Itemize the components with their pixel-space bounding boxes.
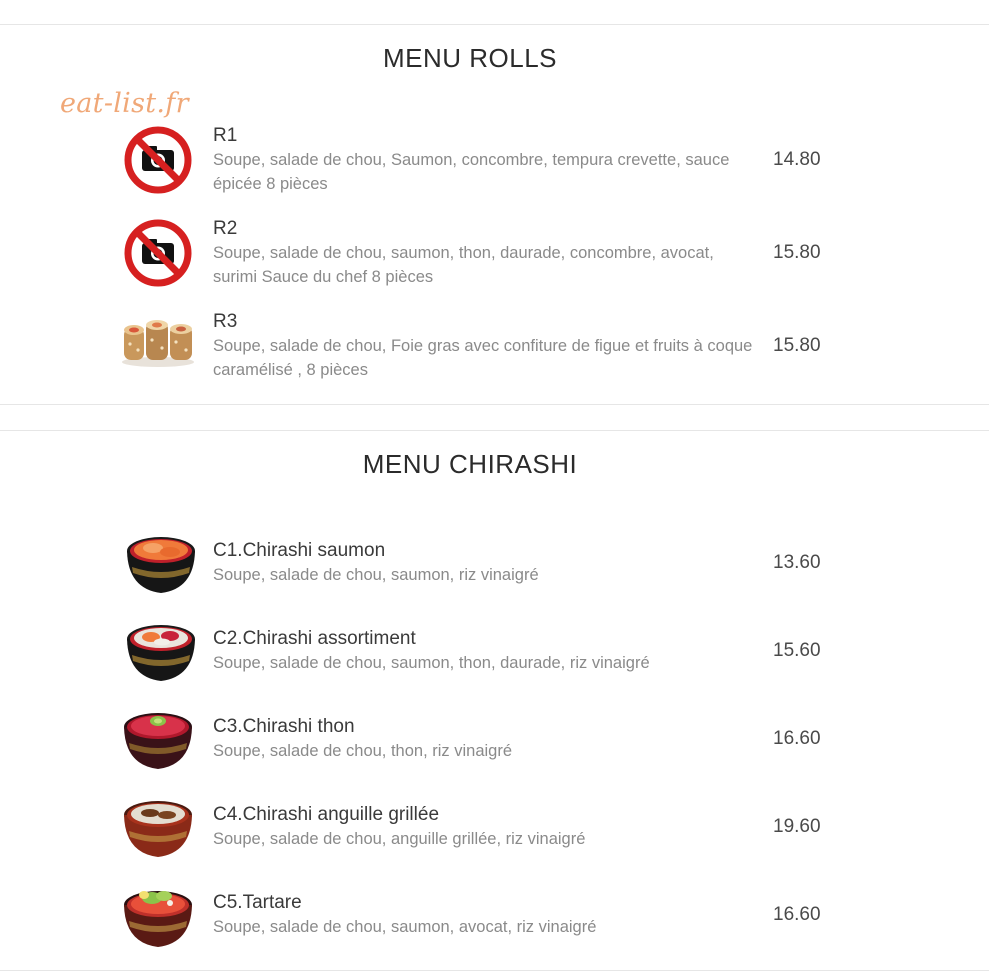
bottom-divider xyxy=(0,970,989,971)
item-description: Soupe, salade de chou, Foie gras avec co… xyxy=(213,337,753,379)
item-name: C1.Chirashi saumon xyxy=(213,540,386,561)
chirashi-bowl-photo xyxy=(124,891,192,947)
chirashi-bowl-photo xyxy=(124,801,192,857)
item-price: 16.60 xyxy=(773,904,821,925)
item-description: Soupe, salade de chou, saumon, thon, dau… xyxy=(213,244,714,286)
item-price: 19.60 xyxy=(773,816,821,837)
item-price: 15.80 xyxy=(773,242,821,263)
top-divider xyxy=(0,24,989,25)
item-name: R3 xyxy=(213,311,238,332)
item-name: R2 xyxy=(213,218,238,239)
section-title-chirashi: MENU CHIRASHI xyxy=(362,449,578,479)
item-price: 15.60 xyxy=(773,640,821,661)
item-description: Soupe, salade de chou, anguille grillée,… xyxy=(213,830,586,848)
item-description: Soupe, salade de chou, saumon, riz vinai… xyxy=(213,566,539,584)
item-name: C4.Chirashi anguille grillée xyxy=(213,804,440,825)
item-description: Soupe, salade de chou, saumon, avocat, r… xyxy=(213,918,597,936)
item-price: 13.60 xyxy=(773,552,821,573)
watermark: eat-list.fr xyxy=(60,88,189,119)
item-name: C3.Chirashi thon xyxy=(213,716,355,737)
section-title-rolls: MENU ROLLS xyxy=(382,43,558,73)
chirashi-bowl-photo xyxy=(127,625,195,681)
item-name: R1 xyxy=(213,125,238,146)
section-divider xyxy=(0,404,989,405)
chirashi-bowl-photo xyxy=(124,713,192,769)
item-description: Soupe, salade de chou, thon, riz vinaigr… xyxy=(213,742,513,760)
item-price: 16.60 xyxy=(773,728,821,749)
sushi-roll-photo xyxy=(122,320,194,367)
item-description: Soupe, salade de chou, Saumon, concombre… xyxy=(213,151,730,193)
chirashi-bowl-photo xyxy=(127,537,195,593)
item-name: C2.Chirashi assortiment xyxy=(213,628,416,649)
section-divider xyxy=(0,430,989,431)
item-price: 15.80 xyxy=(773,335,821,356)
item-price: 14.80 xyxy=(773,149,821,170)
item-name: C5.Tartare xyxy=(213,892,302,913)
no-photo-icon xyxy=(124,126,192,194)
no-photo-icon xyxy=(124,219,192,287)
item-description: Soupe, salade de chou, saumon, thon, dau… xyxy=(213,654,650,672)
